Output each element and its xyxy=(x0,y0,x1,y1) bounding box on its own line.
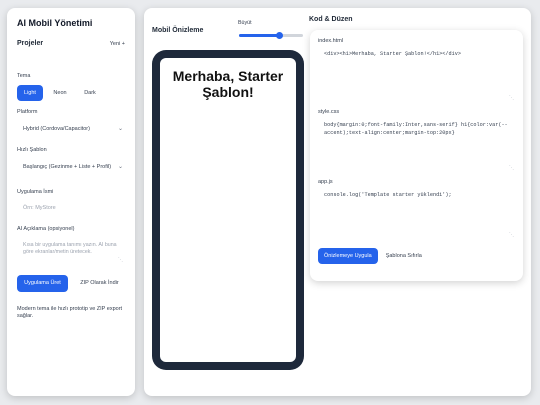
zoom-label: Büyüt xyxy=(238,20,252,26)
ai-description-textarea[interactable]: Kısa bir uygulama tanımı yazın. AI buna … xyxy=(17,237,125,265)
sidebar: AI Mobil Yönetimi Projeler Yeni + Tema L… xyxy=(7,8,135,396)
theme-dark-button[interactable]: Dark xyxy=(77,85,103,101)
code-title: Kod & Düzen xyxy=(309,16,353,23)
download-zip-button[interactable]: ZIP Olarak İndir xyxy=(74,275,125,292)
resize-handle-icon[interactable]: ⋱ xyxy=(509,165,514,173)
generate-app-button[interactable]: Uygulama Üret xyxy=(17,275,68,292)
platform-select[interactable]: Hybrid (Cordova/Capacitor) ⌄ xyxy=(17,120,125,137)
code-content-app-js: console.log('Template starter yüklendi')… xyxy=(324,192,452,198)
new-project-button[interactable]: Yeni + xyxy=(110,41,125,47)
chevron-down-icon: ⌄ xyxy=(117,164,123,170)
sidebar-actions: Uygulama Üret ZIP Olarak İndir xyxy=(17,275,125,292)
screen-heading: Merhaba, Starter Şablon! xyxy=(172,68,284,101)
zoom-slider-fill xyxy=(239,34,279,37)
platform-value: Hybrid (Cordova/Capacitor) xyxy=(23,125,90,132)
quick-template-label: Hızlı Şablon xyxy=(17,147,47,153)
resize-handle-icon[interactable]: ⋱ xyxy=(509,95,514,103)
file-label-app-js: app.js xyxy=(318,179,333,185)
app-name-label: Uygulama İsmi xyxy=(17,189,54,195)
code-content-style-css: body{margin:0;font-family:Inter,sans-ser… xyxy=(324,122,508,136)
phone-frame: Merhaba, Starter Şablon! xyxy=(152,50,304,370)
preview-title: Mobil Önizleme xyxy=(152,27,204,34)
chevron-down-icon: ⌄ xyxy=(117,126,123,132)
theme-label: Tema xyxy=(17,73,31,79)
code-panel: index.html <div><h1>Merhaba, Starter Şab… xyxy=(310,30,523,281)
code-editor-style-css[interactable]: body{margin:0;font-family:Inter,sans-ser… xyxy=(318,118,515,173)
theme-neon-button[interactable]: Neon xyxy=(47,85,73,101)
code-editor-app-js[interactable]: console.log('Template starter yüklendi')… xyxy=(318,188,515,240)
resize-handle-icon[interactable]: ⋱ xyxy=(118,257,123,264)
code-actions: Önizlemeye Uygula Şablona Sıfırla xyxy=(318,248,515,264)
zoom-slider[interactable] xyxy=(239,32,303,39)
ai-description-placeholder: Kısa bir uygulama tanımı yazın. AI buna … xyxy=(23,242,117,256)
code-editor-index-html[interactable]: <div><h1>Merhaba, Starter Şablon!</h1></… xyxy=(318,47,515,103)
app-name-input[interactable]: Örn: MyStore xyxy=(17,200,125,216)
theme-light-button[interactable]: Light xyxy=(17,85,43,101)
code-content-index-html: <div><h1>Merhaba, Starter Şablon!</h1></… xyxy=(324,51,461,57)
app-title: AI Mobil Yönetimi xyxy=(17,18,93,28)
reset-template-button[interactable]: Şablona Sıfırla xyxy=(386,253,422,259)
file-label-style-css: style.css xyxy=(318,109,340,115)
ai-description-label: AI Açıklama (opsiyonel) xyxy=(17,226,75,232)
quick-template-value: Başlangıç (Gezinme + Liste + Profil) xyxy=(23,163,112,170)
sidebar-footnote: Modern tema ile hızlı prototip ve ZIP ex… xyxy=(17,305,123,320)
quick-template-select[interactable]: Başlangıç (Gezinme + Liste + Profil) ⌄ xyxy=(17,158,125,175)
theme-selector: Light Neon Dark xyxy=(17,85,125,101)
phone-screen: Merhaba, Starter Şablon! xyxy=(160,58,296,362)
zoom-slider-thumb[interactable] xyxy=(275,32,283,39)
projects-header: Projeler Yeni + xyxy=(17,40,125,47)
resize-handle-icon[interactable]: ⋱ xyxy=(509,232,514,240)
projects-title: Projeler xyxy=(17,40,44,47)
platform-label: Platform xyxy=(17,109,38,115)
file-label-index-html: index.html xyxy=(318,38,344,44)
apply-to-preview-button[interactable]: Önizlemeye Uygula xyxy=(318,248,378,264)
